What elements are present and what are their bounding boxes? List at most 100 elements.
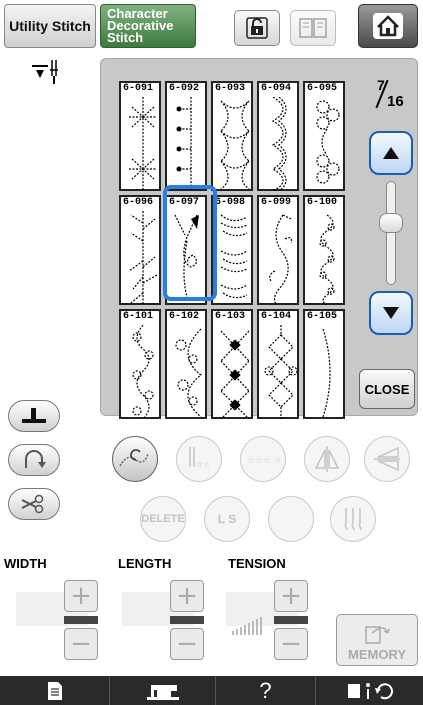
help-label: ? bbox=[259, 677, 272, 703]
stitch-selection-panel: 6-091 6-092 6-093 6-094 6-095 6-096 6-09… bbox=[100, 58, 418, 419]
diamond-chain-stitch-icon bbox=[220, 330, 250, 419]
tension-decrease-button[interactable]: − bbox=[274, 628, 308, 660]
home-icon bbox=[373, 13, 403, 39]
stitch-code: 6-102 bbox=[169, 311, 200, 322]
loop-stitch-icon bbox=[119, 449, 149, 467]
stitch-code: 6-093 bbox=[215, 83, 246, 94]
snowflake-stitch-icon bbox=[129, 97, 157, 191]
twin-needle-button[interactable]: ☆☆ bbox=[176, 436, 222, 482]
stitch-code: 6-103 bbox=[215, 311, 246, 322]
stitch-code: 6-105 bbox=[307, 311, 338, 322]
length-increase-button[interactable]: + bbox=[170, 580, 204, 612]
needle-icon bbox=[32, 60, 58, 84]
ls-label: L S bbox=[217, 512, 237, 526]
plus-icon: + bbox=[280, 581, 302, 611]
leaf-swirl-stitch-icon bbox=[174, 214, 199, 298]
stars-row-icon: ☆☆☆ ☆ bbox=[247, 456, 280, 466]
blank-function-button[interactable] bbox=[268, 496, 314, 542]
page-indicator: 7 16 bbox=[359, 73, 413, 119]
minus-icon: − bbox=[280, 629, 302, 659]
lattice-loop-stitch-icon bbox=[264, 325, 298, 419]
stitch-grid: 6-091 6-092 6-093 6-094 6-095 6-096 6-09… bbox=[117, 79, 347, 421]
stitch-6-097[interactable]: 6-097 bbox=[165, 195, 207, 305]
stitch-6-103[interactable]: 6-103 bbox=[211, 309, 253, 419]
lock-button[interactable] bbox=[234, 10, 280, 46]
clover-stitch-icon bbox=[316, 100, 340, 184]
stitch-code: 6-094 bbox=[261, 83, 292, 94]
tab-character-line-3: Stitch bbox=[107, 30, 144, 45]
tension-label: TENSION bbox=[228, 556, 286, 571]
stitch-code: 6-104 bbox=[261, 311, 292, 322]
stitch-6-095[interactable]: 6-095 bbox=[303, 81, 345, 191]
presser-foot-button[interactable] bbox=[8, 400, 60, 432]
stitch-6-098[interactable]: 6-098 bbox=[211, 195, 253, 305]
scroll-thumb[interactable] bbox=[379, 213, 403, 233]
needles-icon bbox=[344, 508, 362, 531]
needle-stars-icon: ☆☆ bbox=[189, 447, 210, 469]
triangle-down-icon bbox=[383, 307, 399, 319]
horizontal-mirror-button[interactable] bbox=[364, 436, 410, 482]
vine-stitch-icon bbox=[269, 214, 292, 305]
tension-divider bbox=[274, 616, 308, 624]
width-label: WIDTH bbox=[4, 556, 47, 571]
page-up-button[interactable] bbox=[369, 131, 413, 175]
delete-label: DELETE bbox=[141, 513, 185, 525]
feather-stitch-icon bbox=[220, 214, 248, 299]
thread-cutter-button[interactable] bbox=[8, 488, 60, 520]
document-icon bbox=[47, 681, 62, 700]
svg-text:☆☆☆ ☆: ☆☆☆ ☆ bbox=[247, 456, 280, 466]
sewing-machine-button[interactable] bbox=[110, 676, 216, 705]
stitch-list-button[interactable] bbox=[0, 676, 110, 705]
page-down-button[interactable] bbox=[369, 291, 413, 335]
manual-button[interactable] bbox=[290, 10, 336, 46]
plus-icon: + bbox=[70, 581, 92, 611]
info-settings-icon bbox=[347, 682, 393, 699]
elongation-button[interactable]: ☆☆☆ ☆ bbox=[240, 436, 286, 482]
stitch-6-100[interactable]: 6-100 bbox=[303, 195, 345, 305]
delete-button[interactable]: DELETE bbox=[140, 496, 186, 542]
memory-pocket-icon bbox=[365, 626, 390, 644]
scallop-stitch-icon bbox=[271, 97, 287, 191]
stitch-6-102[interactable]: 6-102 bbox=[165, 309, 207, 419]
tension-increase-button[interactable]: + bbox=[274, 580, 308, 612]
width-increase-button[interactable]: + bbox=[64, 580, 98, 612]
minus-icon: − bbox=[70, 629, 92, 659]
stitch-6-101[interactable]: 6-101 bbox=[119, 309, 161, 419]
single-stitch-function-button[interactable] bbox=[112, 436, 158, 482]
stitch-6-093[interactable]: 6-093 bbox=[211, 81, 253, 191]
stitch-6-092[interactable]: 6-092 bbox=[165, 81, 207, 191]
stitch-6-091[interactable]: 6-091 bbox=[119, 81, 161, 191]
bottom-toolbar: ? bbox=[0, 676, 423, 705]
stitch-6-094[interactable]: 6-094 bbox=[257, 81, 299, 191]
triangle-up-icon bbox=[383, 147, 399, 159]
stitch-6-099[interactable]: 6-099 bbox=[257, 195, 299, 305]
width-decrease-button[interactable]: − bbox=[64, 628, 98, 660]
horizontal-mirror-icon bbox=[374, 446, 400, 472]
stitch-6-096[interactable]: 6-096 bbox=[119, 195, 161, 305]
curl-stitch-icon bbox=[319, 214, 335, 305]
settings-info-button[interactable] bbox=[316, 676, 423, 705]
curl-vine-stitch-icon bbox=[175, 328, 202, 418]
unlock-icon bbox=[246, 17, 268, 39]
presser-foot-icon bbox=[22, 408, 46, 423]
stitch-code: 6-099 bbox=[261, 197, 292, 208]
help-button[interactable]: ? bbox=[216, 676, 316, 705]
plus-icon: + bbox=[176, 581, 198, 611]
needle-position-indicator bbox=[22, 58, 82, 88]
stitch-6-104[interactable]: 6-104 bbox=[257, 309, 299, 419]
close-button[interactable]: CLOSE bbox=[359, 369, 415, 409]
triple-needle-button[interactable] bbox=[330, 496, 376, 542]
stitch-code: 6-101 bbox=[123, 311, 154, 322]
close-label: CLOSE bbox=[364, 381, 410, 397]
vertical-mirror-button[interactable] bbox=[304, 436, 350, 482]
stitch-6-105[interactable]: 6-105 bbox=[303, 309, 345, 419]
ls-button[interactable]: L S bbox=[204, 496, 250, 542]
home-button[interactable] bbox=[358, 4, 418, 48]
scroll-track[interactable] bbox=[386, 181, 396, 285]
tab-utility-stitch[interactable]: Utility Stitch bbox=[4, 4, 96, 48]
memory-button[interactable]: MEMORY bbox=[336, 614, 418, 666]
length-divider bbox=[170, 616, 204, 624]
needle-threading-button[interactable] bbox=[8, 444, 60, 476]
tab-character-decorative-stitch[interactable]: Character Decorative Stitch bbox=[100, 4, 196, 48]
length-decrease-button[interactable]: − bbox=[170, 628, 204, 660]
